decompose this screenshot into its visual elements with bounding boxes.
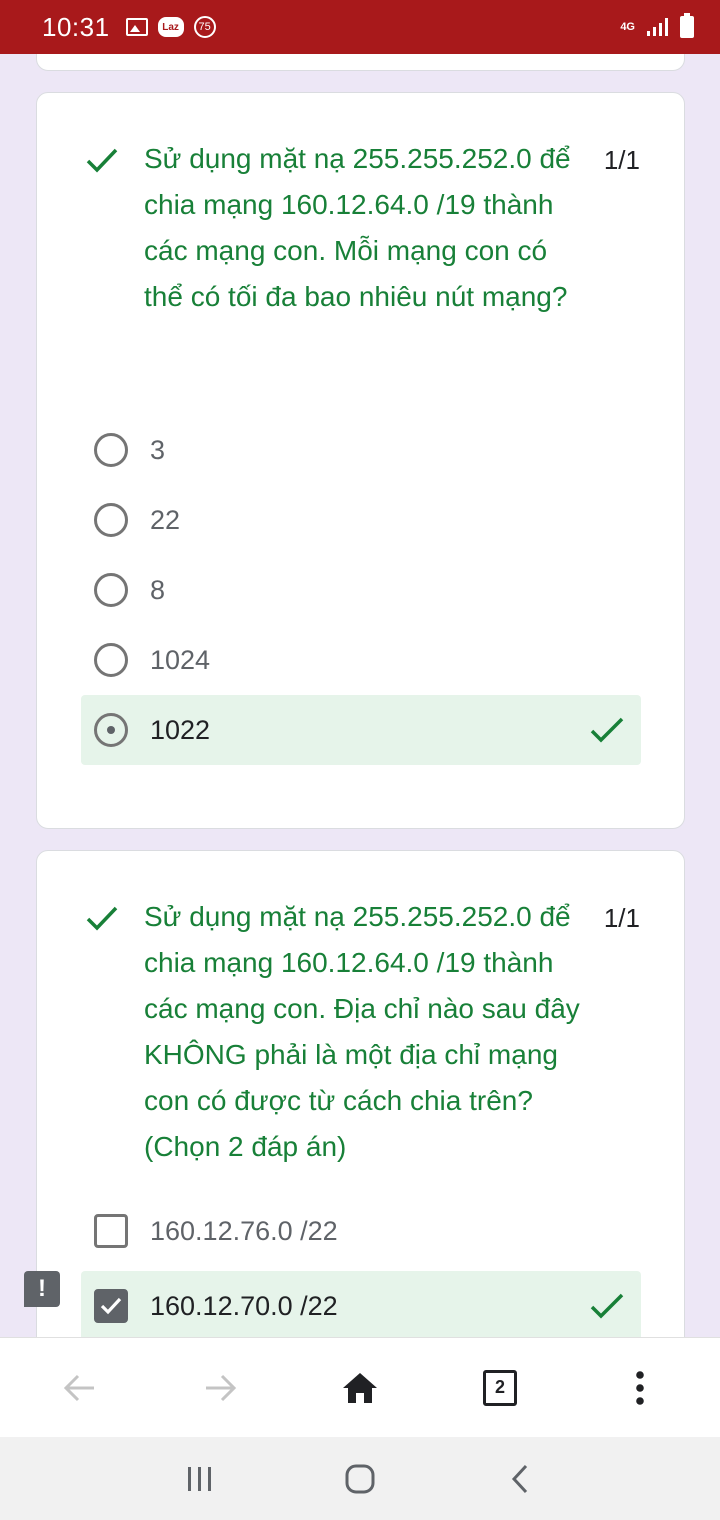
radio-button-selected[interactable] [94, 713, 128, 747]
status-time: 10:31 [42, 11, 110, 42]
question-card-2: Sử dụng mặt nạ 255.255.252.0 để chia mạn… [36, 850, 685, 1370]
answer-option-correct[interactable]: 1022 [81, 695, 641, 765]
status-indicators: 4G [620, 13, 694, 38]
radio-button[interactable] [94, 643, 128, 677]
more-menu-button[interactable] [610, 1358, 670, 1418]
network-type-icon: 4G [620, 21, 635, 33]
android-navigation-bar [0, 1437, 720, 1520]
radio-button[interactable] [94, 573, 128, 607]
forward-arrow-icon [206, 1374, 237, 1401]
option-label: 1024 [150, 644, 211, 675]
question-score: 1/1 [603, 903, 640, 933]
answer-option[interactable]: 160.12.76.0 /22 [81, 1196, 641, 1266]
correct-answer-check-icon [590, 1293, 624, 1319]
option-label: 8 [150, 574, 166, 605]
browser-toolbar: 2 [0, 1337, 720, 1437]
correct-check-icon [86, 148, 118, 173]
option-label: 160.12.70.0 /22 [150, 1290, 338, 1321]
correct-check-icon [86, 906, 118, 931]
lazada-notification-icon: Laz [157, 17, 184, 37]
signal-icon [647, 18, 668, 36]
correct-answer-check-icon [590, 717, 624, 743]
android-home-button[interactable] [330, 1449, 390, 1509]
option-label: 22 [150, 504, 181, 535]
radio-button[interactable] [94, 503, 128, 537]
answer-option-correct[interactable]: 160.12.70.0 /22 [81, 1271, 641, 1341]
answer-option[interactable]: 8 [81, 555, 641, 625]
back-arrow-icon [63, 1374, 94, 1401]
radio-button[interactable] [94, 433, 128, 467]
home-icon [343, 1372, 377, 1403]
option-label: 3 [150, 434, 166, 465]
tab-switcher-icon: 2 [483, 1369, 517, 1406]
question-text: Sử dụng mặt nạ 255.255.252.0 để chia mạn… [144, 143, 571, 312]
answer-option[interactable]: 1024 [81, 625, 641, 695]
option-label: 1022 [150, 714, 211, 745]
question-text: Sử dụng mặt nạ 255.255.252.0 để chia mạn… [144, 901, 580, 1162]
checkmark-icon [100, 1297, 122, 1315]
home-button[interactable] [330, 1358, 390, 1418]
answer-option[interactable]: 3 [81, 415, 641, 485]
tab-switcher-button[interactable]: 2 [470, 1358, 530, 1418]
recent-apps-icon [188, 1466, 211, 1491]
android-back-icon [511, 1464, 528, 1493]
checkbox-checked[interactable] [94, 1289, 128, 1323]
question-score: 1/1 [603, 145, 640, 175]
answer-option[interactable]: 22 [81, 485, 641, 555]
android-back-button[interactable] [490, 1449, 550, 1509]
option-label: 160.12.76.0 /22 [150, 1215, 338, 1246]
recent-apps-button[interactable] [170, 1449, 230, 1509]
question-card-1: Sử dụng mặt nạ 255.255.252.0 để chia mạn… [36, 92, 685, 829]
checkbox[interactable] [94, 1214, 128, 1248]
back-button[interactable] [50, 1358, 110, 1418]
status-bar: 10:31 Laz 75 4G [0, 0, 720, 54]
battery-icon [680, 13, 694, 38]
more-menu-icon [636, 1370, 644, 1405]
android-home-icon [345, 1464, 375, 1493]
notification-count-badge: 75 [193, 16, 216, 38]
report-feedback-button[interactable]: ! [24, 1271, 60, 1307]
gallery-notification-icon [125, 18, 148, 36]
forward-button[interactable] [190, 1358, 250, 1418]
